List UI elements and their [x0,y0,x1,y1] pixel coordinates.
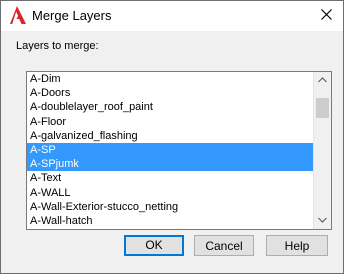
chevron-down-icon [318,217,327,223]
merge-layers-dialog: Merge Layers Layers to merge: A-Dim A-Doo… [0,0,344,274]
help-button[interactable]: Help [266,235,328,256]
layer-list-item[interactable]: A-Floor [27,115,314,129]
close-icon [321,9,332,20]
layer-list-item[interactable]: A-Walls-Exterior [27,228,314,229]
layer-list-item[interactable]: A-galvanized_flashing [27,129,314,143]
ok-button[interactable]: OK [124,235,184,256]
scroll-down-button[interactable] [314,212,331,229]
layer-list-item[interactable]: A-Dim [27,72,314,86]
dialog-title: Merge Layers [32,8,112,23]
scroll-up-button[interactable] [314,72,331,89]
layer-list-item[interactable]: A-Text [27,171,314,185]
autocad-logo-icon [10,6,26,24]
layer-list-item[interactable]: A-SP [27,142,314,158]
layer-list-item[interactable]: A-doublelayer_roof_paint [27,100,314,114]
vertical-scrollbar[interactable] [313,72,331,229]
layers-listbox[interactable]: A-Dim A-Doors A-doublelayer_roof_paint A-Fl… [26,71,332,230]
layer-list-item[interactable]: A-SPjumk [27,157,314,172]
cancel-button[interactable]: Cancel [194,235,254,256]
layers-list: A-Dim A-Doors A-doublelayer_roof_paint A-Fl… [27,72,314,229]
dialog-body: Layers to merge: A-Dim A-Doors A-doublelay… [1,31,343,273]
close-button[interactable] [315,4,339,26]
layer-list-item[interactable]: A-Doors [27,86,314,100]
title-bar[interactable]: Merge Layers [1,1,343,31]
layer-list-item[interactable]: A-Wall-Exterior-stucco_netting [27,200,314,214]
scroll-thumb[interactable] [316,98,329,118]
chevron-up-icon [318,77,327,83]
layers-to-merge-label: Layers to merge: [16,40,99,52]
layer-list-item[interactable]: A-Wall-hatch [27,214,314,228]
layer-list-item[interactable]: A-WALL [27,186,314,200]
